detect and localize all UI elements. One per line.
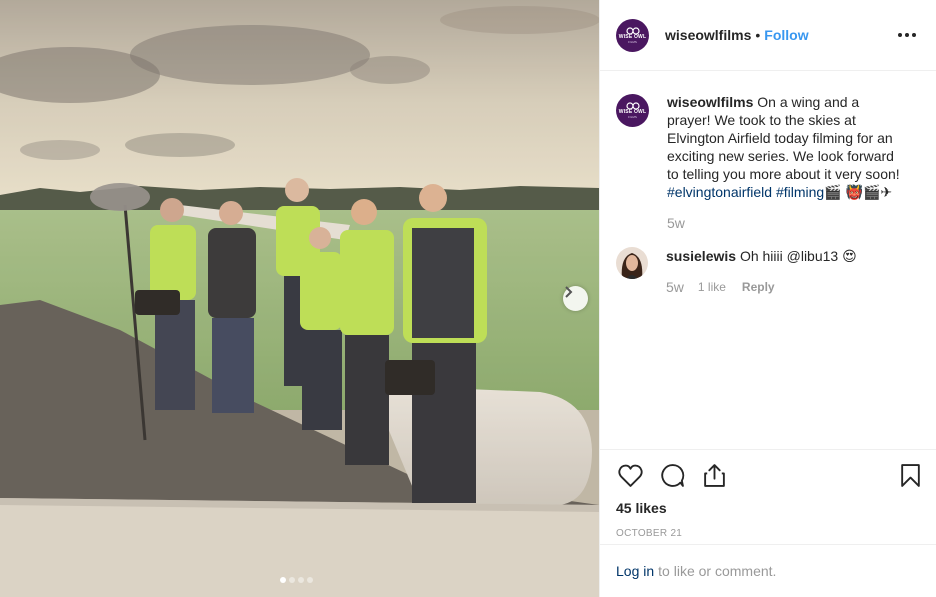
more-icon-dot [912,33,916,37]
carousel-next-button[interactable] [563,286,588,311]
carousel-dot [298,577,304,583]
post-photo[interactable] [0,0,599,597]
bookmark-icon [900,463,920,487]
carousel-indicator [280,577,313,583]
avatar-logo-subtext: FILMS [628,115,637,119]
hashtag-link[interactable]: #elvingtonairfield [667,184,772,200]
carousel-dot [307,577,313,583]
comment-like-count[interactable]: 1 like [698,278,726,296]
comment-icon [660,463,684,487]
caption: WISE OWL FILMS wiseowlfilms On a wing an… [616,93,920,232]
share-icon [703,463,725,487]
comment-button[interactable] [658,461,686,489]
comment-meta: 5w 1 like Reply [666,278,902,296]
caption-meta: 5w [667,214,903,232]
login-link[interactable]: Log in [616,563,654,579]
post-actions: 45 likes OCTOBER 21 [600,449,936,545]
caption-time[interactable]: 5w [667,214,685,232]
share-button[interactable] [700,461,728,489]
post-header: WISE OWL FILMS wiseowlfilms • Follow [600,0,936,71]
user-avatar-image [616,247,648,279]
hashtag-link[interactable]: #filming [776,184,824,200]
header-username[interactable]: wiseowlfilms [665,27,751,43]
post-date[interactable]: OCTOBER 21 [616,528,920,539]
login-prompt: Log in to like or comment. [600,544,936,597]
comment-item: susielewis Oh hiiii @libu13 😍 5w 1 like … [616,247,920,296]
comments-section[interactable]: WISE OWL FILMS wiseowlfilms On a wing an… [600,71,936,449]
avatar-logo-subtext: FILMS [628,39,637,44]
heart-icon [617,464,643,487]
action-icons [616,450,920,500]
profile-avatar[interactable]: WISE OWL FILMS [616,18,649,52]
chevron-right-icon [565,286,573,298]
photo-illustration [0,0,599,597]
carousel-dot [289,577,295,583]
caption-body: wiseowlfilms On a wing and a prayer! We … [667,93,903,232]
login-prompt-text: to like or comment. [658,563,777,579]
save-button[interactable] [896,461,924,489]
comment-time[interactable]: 5w [666,278,684,296]
commenter-avatar[interactable] [616,247,648,279]
comment-username[interactable]: susielewis [666,248,736,264]
reply-button[interactable]: Reply [742,278,775,296]
post-side-panel: WISE OWL FILMS wiseowlfilms • Follow WIS… [599,0,936,597]
follow-button[interactable]: Follow [764,27,808,43]
carousel-dot [280,577,286,583]
comment-text: Oh hiiii @libu13 😍 [739,248,857,264]
like-button[interactable] [616,461,644,489]
more-icon [898,33,902,37]
caption-emoji: 🎬 👹🎬✈ [824,184,893,200]
like-count[interactable]: 45 likes [616,500,920,516]
comment-body: susielewis Oh hiiii @libu13 😍 5w 1 like … [666,247,902,296]
more-icon-dot [905,33,909,37]
caption-avatar[interactable]: WISE OWL FILMS [616,94,649,127]
more-options-button[interactable] [894,29,920,41]
header-separator: • [755,27,761,43]
caption-username[interactable]: wiseowlfilms [667,94,753,110]
